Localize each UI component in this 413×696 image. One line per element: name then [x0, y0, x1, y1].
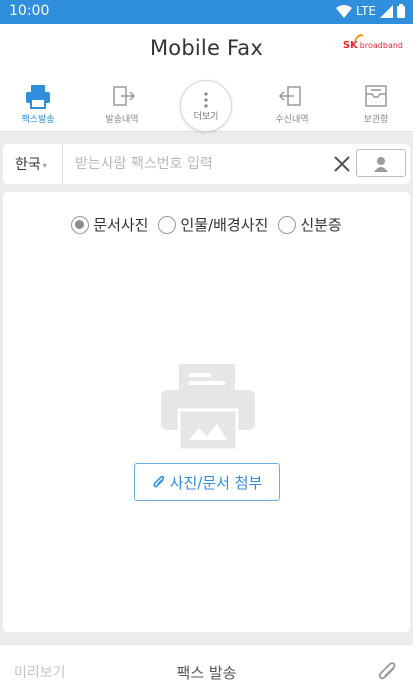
tab-received-history[interactable]: 수신내역	[262, 74, 322, 130]
battery-icon	[397, 4, 405, 18]
country-select[interactable]: 한국 ▾	[3, 144, 63, 184]
recipient-row: 한국 ▾	[3, 144, 410, 184]
printer-icon	[26, 85, 50, 109]
status-bar: 10:00 LTE	[0, 0, 413, 24]
caret-down-icon: ▾	[42, 160, 47, 170]
country-value: 한국	[15, 157, 41, 173]
radio-label: 문서사진	[93, 216, 149, 234]
tab-label: 수신내역	[275, 115, 309, 125]
brand-logo: SK broadband	[343, 34, 403, 51]
paperclip-icon	[153, 475, 164, 488]
radio-document-photo[interactable]: 문서사진	[71, 214, 148, 235]
status-time: 10:00	[9, 3, 50, 19]
tab-label: 발송내역	[105, 115, 139, 125]
tab-label: 팩스발송	[21, 115, 55, 125]
brand-swirl-icon	[353, 34, 364, 42]
attach-label: 사진/문서 첨부	[169, 473, 263, 492]
radio-portrait-photo[interactable]: 인물/배경사진	[158, 214, 268, 235]
wifi-icon	[336, 4, 353, 18]
bottom-bar: 미리보기 팩스 발송	[0, 645, 413, 696]
person-icon	[374, 157, 388, 172]
more-vertical-icon	[204, 92, 208, 108]
inbox-icon	[278, 86, 301, 106]
more-label: 더보기	[193, 112, 219, 122]
signal-icon	[380, 4, 393, 18]
send-fax-button[interactable]: 팩스 발송	[0, 662, 413, 683]
tab-label: 보관함	[363, 115, 389, 125]
outbox-icon	[113, 86, 136, 106]
brand-text: broadband	[359, 41, 403, 50]
archive-icon	[365, 85, 387, 107]
tab-sent-history[interactable]: 발송내역	[92, 74, 152, 130]
clear-icon[interactable]	[332, 154, 352, 174]
radio-unchecked-icon	[278, 215, 297, 234]
network-type: LTE	[356, 4, 376, 18]
app-header: Mobile Fax SK broadband	[0, 24, 413, 74]
radio-label: 인물/배경사진	[180, 216, 269, 234]
radio-label: 신분증	[300, 216, 342, 234]
fax-machine-icon	[161, 364, 255, 450]
tab-fax-send[interactable]: 팩스발송	[8, 74, 68, 130]
paperclip-icon[interactable]	[377, 659, 399, 683]
contacts-button[interactable]	[356, 149, 406, 177]
photo-type-group: 문서사진 인물/배경사진 신분증	[3, 214, 410, 235]
tab-archive[interactable]: 보관함	[346, 74, 406, 130]
radio-checked-icon	[71, 215, 90, 234]
status-indicators: LTE	[336, 4, 405, 18]
content-card: 문서사진 인물/배경사진 신분증 사진/문서 첨부	[3, 192, 410, 632]
attach-photo-button[interactable]: 사진/문서 첨부	[134, 463, 280, 501]
fax-number-input[interactable]	[75, 150, 325, 178]
more-button[interactable]: 더보기	[180, 80, 232, 132]
tab-bar: 팩스발송 발송내역 더보기 수신내역 보관함	[0, 74, 413, 132]
radio-id-card[interactable]: 신분증	[278, 214, 342, 235]
radio-unchecked-icon	[158, 215, 177, 234]
